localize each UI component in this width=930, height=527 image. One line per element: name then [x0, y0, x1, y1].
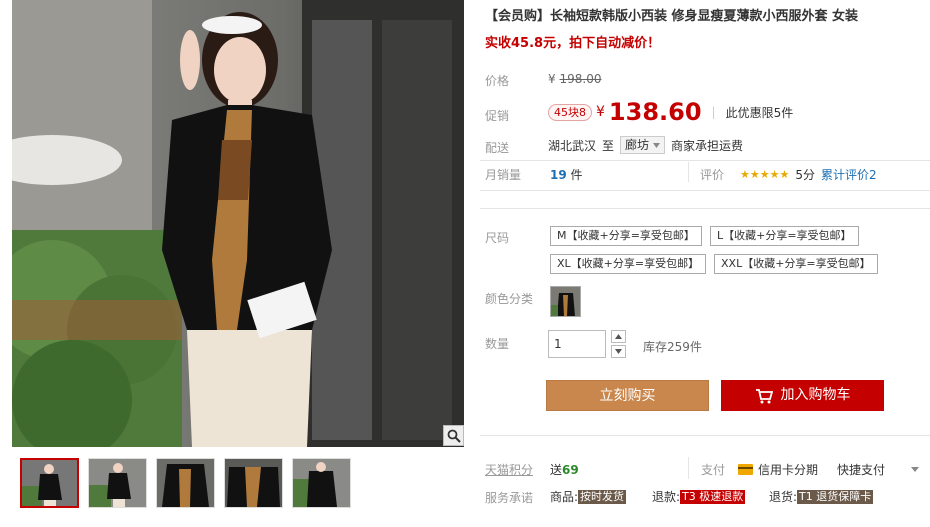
quick-pay[interactable]: 快捷支付: [837, 461, 920, 478]
price-row: 价格: [485, 72, 509, 89]
goods-tag[interactable]: 按时发货: [578, 489, 627, 504]
service-label: 服务承诺: [485, 491, 534, 505]
original-price: ¥ 198.00: [548, 72, 601, 86]
ship-to-word: 至: [602, 138, 615, 153]
color-label: 颜色分类: [485, 292, 534, 306]
sales-label: 月销量: [485, 168, 522, 182]
main-product-image[interactable]: [12, 0, 464, 447]
color-swatch-image: [551, 287, 580, 316]
chevron-down-icon: [911, 467, 920, 472]
original-price-value: 198.00: [559, 72, 602, 86]
promotion-badge: 45块8: [548, 103, 592, 121]
rating-row: 评价 ★★★★★ 5分 累计评价2: [700, 166, 877, 183]
shipping-row: 湖北武汉 至 廊坊 商家承担运费: [548, 136, 743, 154]
rating-score: 5分: [795, 168, 815, 182]
rating-label: 评价: [700, 168, 725, 182]
promo-price: 138.60: [608, 98, 702, 126]
product-photo: [12, 0, 464, 447]
zoom-button[interactable]: [443, 425, 464, 446]
separator: |: [711, 105, 716, 119]
size-label: 尺码: [485, 231, 510, 245]
promo-text: 实收45.8元，拍下自动减价！: [485, 36, 661, 51]
size-option-xl[interactable]: XL【收藏+分享=享受包邮】: [550, 254, 707, 274]
shipping-note: 商家承担运费: [671, 138, 744, 153]
promo-currency: ¥: [596, 104, 605, 120]
quantity-decrease-button[interactable]: [611, 345, 626, 358]
shipping-label: 配送: [485, 141, 510, 155]
chevron-up-icon: [615, 334, 622, 339]
thumbnail-5[interactable]: [292, 458, 351, 508]
quantity-input[interactable]: 1: [548, 330, 606, 358]
promo-limit: 此优惠限5件: [725, 105, 794, 120]
divider: [480, 435, 930, 436]
color-swatch[interactable]: [550, 286, 581, 317]
buy-now-button[interactable]: 立刻购买: [546, 380, 709, 411]
product-title: 【会员购】长袖短款韩版小西装 修身显瘦夏薄款小西服外套 女装: [485, 9, 859, 24]
credit-card-icon: [738, 464, 753, 475]
promotion-row: 45块8 ¥ 138.60 | 此优惠限5件: [548, 98, 793, 126]
points-text: 送: [550, 463, 563, 477]
promotion-label: 促销: [485, 109, 510, 123]
refund-label: 退款:: [652, 490, 681, 504]
payment-label: 支付: [701, 463, 726, 477]
currency-symbol: ¥: [548, 72, 556, 86]
divider: [480, 190, 930, 191]
points-label[interactable]: 天猫积分: [485, 461, 533, 478]
credit-label: 信用卡分期: [758, 463, 819, 477]
quick-pay-label: 快捷支付: [837, 463, 886, 477]
refund-tag[interactable]: T3 极速退款: [680, 489, 746, 504]
divider: [480, 208, 930, 209]
add-to-cart-label: 加入购物车: [780, 387, 851, 403]
size-option-m[interactable]: M【收藏+分享=享受包邮】: [550, 226, 702, 246]
service-return: 退货: T1 退货保障卡: [769, 488, 874, 505]
divider: [688, 457, 689, 479]
ship-from: 湖北武汉: [548, 138, 597, 153]
stock-text: 库存259件: [643, 340, 702, 354]
chevron-down-icon: [615, 349, 622, 354]
divider: [480, 160, 930, 161]
credit-installment[interactable]: 信用卡分期: [738, 461, 818, 478]
reviews-link[interactable]: 累计评价2: [821, 166, 877, 183]
thumbnail-2[interactable]: [88, 458, 147, 508]
thumbnail-4[interactable]: [224, 458, 283, 508]
sales-count: 19: [550, 168, 567, 182]
return-label: 退货:: [769, 490, 798, 504]
destination-select[interactable]: 廊坊: [620, 136, 666, 154]
size-option-l[interactable]: L【收藏+分享=享受包邮】: [710, 226, 859, 246]
sales-unit: 件: [570, 168, 583, 182]
points-row: 送69: [550, 461, 579, 478]
divider: [688, 162, 689, 182]
star-rating: ★★★★★: [740, 168, 790, 181]
magnifier-icon: [447, 429, 461, 443]
thumbnail-3[interactable]: [156, 458, 215, 508]
points-value: 69: [562, 463, 579, 477]
quantity-label: 数量: [485, 337, 510, 351]
service-refund: 退款: T3 极速退款: [652, 488, 746, 505]
chevron-down-icon: [653, 142, 661, 148]
price-label: 价格: [485, 74, 510, 88]
sales-count-row: 19 件: [550, 166, 583, 183]
add-to-cart-button[interactable]: 加入购物车: [721, 380, 884, 411]
cart-icon: [755, 388, 773, 403]
size-option-xxl[interactable]: XXL【收藏+分享=享受包邮】: [714, 254, 878, 274]
return-tag[interactable]: T1 退货保障卡: [797, 489, 874, 504]
quantity-increase-button[interactable]: [611, 330, 626, 343]
thumbnail-1[interactable]: [20, 458, 79, 508]
service-goods: 商品: 按时发货: [550, 488, 627, 505]
goods-label: 商品:: [550, 490, 579, 504]
destination-value: 廊坊: [625, 138, 650, 152]
thumbnail-strip: [20, 458, 351, 508]
